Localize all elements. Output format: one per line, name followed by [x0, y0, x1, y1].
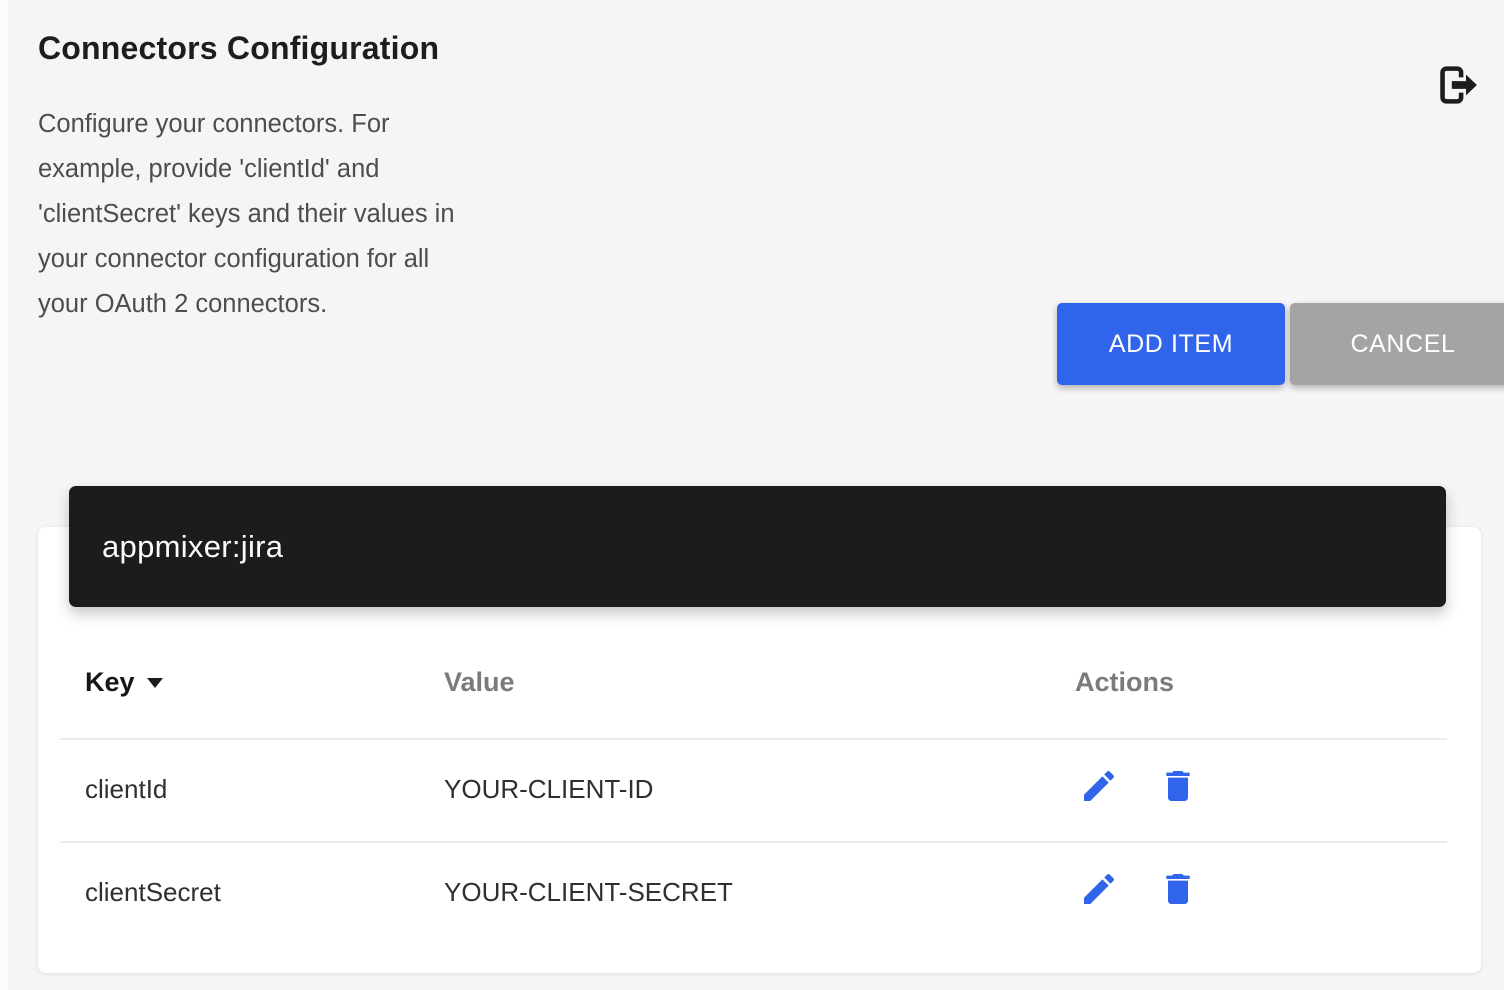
- page-description-line: 'clientSecret' keys and their values in: [38, 192, 558, 237]
- connector-name: appmixer:jira: [102, 529, 283, 565]
- table-divider: [60, 738, 1447, 740]
- trash-icon: [1158, 766, 1200, 806]
- row-value-cell: YOUR-CLIENT-SECRET: [444, 877, 733, 908]
- page-description-line: example, provide 'clientId' and: [38, 147, 558, 192]
- delete-row-button[interactable]: [1158, 765, 1200, 807]
- pencil-icon: [1079, 766, 1121, 806]
- row-key-cell: clientSecret: [85, 877, 221, 908]
- caret-down-icon: [147, 678, 163, 688]
- column-header-key-label: Key: [85, 667, 135, 697]
- column-header-key[interactable]: Key: [85, 667, 163, 698]
- page-description-line: your OAuth 2 connectors.: [38, 282, 558, 327]
- export-button[interactable]: [1430, 60, 1480, 110]
- pencil-icon: [1079, 869, 1121, 909]
- page-description-line: your connector configuration for all: [38, 237, 558, 282]
- edit-row-button[interactable]: [1079, 868, 1121, 910]
- table-divider: [60, 841, 1447, 843]
- export-icon: [1430, 61, 1480, 109]
- add-item-button[interactable]: ADD ITEM: [1057, 303, 1285, 385]
- left-edge-gutter: [0, 0, 8, 990]
- page-description-line: Configure your connectors. For: [38, 102, 558, 147]
- delete-row-button[interactable]: [1158, 868, 1200, 910]
- connectors-configuration-page: Connectors Configuration Configure your …: [0, 0, 1504, 990]
- column-header-actions: Actions: [1075, 667, 1174, 698]
- row-value-cell: YOUR-CLIENT-ID: [444, 774, 653, 805]
- trash-icon: [1158, 869, 1200, 909]
- cancel-button[interactable]: CANCEL: [1290, 303, 1504, 385]
- page-title: Connectors Configuration: [38, 30, 439, 67]
- row-key-cell: clientId: [85, 774, 167, 805]
- edit-row-button[interactable]: [1079, 765, 1121, 807]
- connector-name-bar: appmixer:jira: [69, 486, 1446, 607]
- column-header-value: Value: [444, 667, 515, 698]
- page-description: Configure your connectors. For example, …: [38, 102, 558, 327]
